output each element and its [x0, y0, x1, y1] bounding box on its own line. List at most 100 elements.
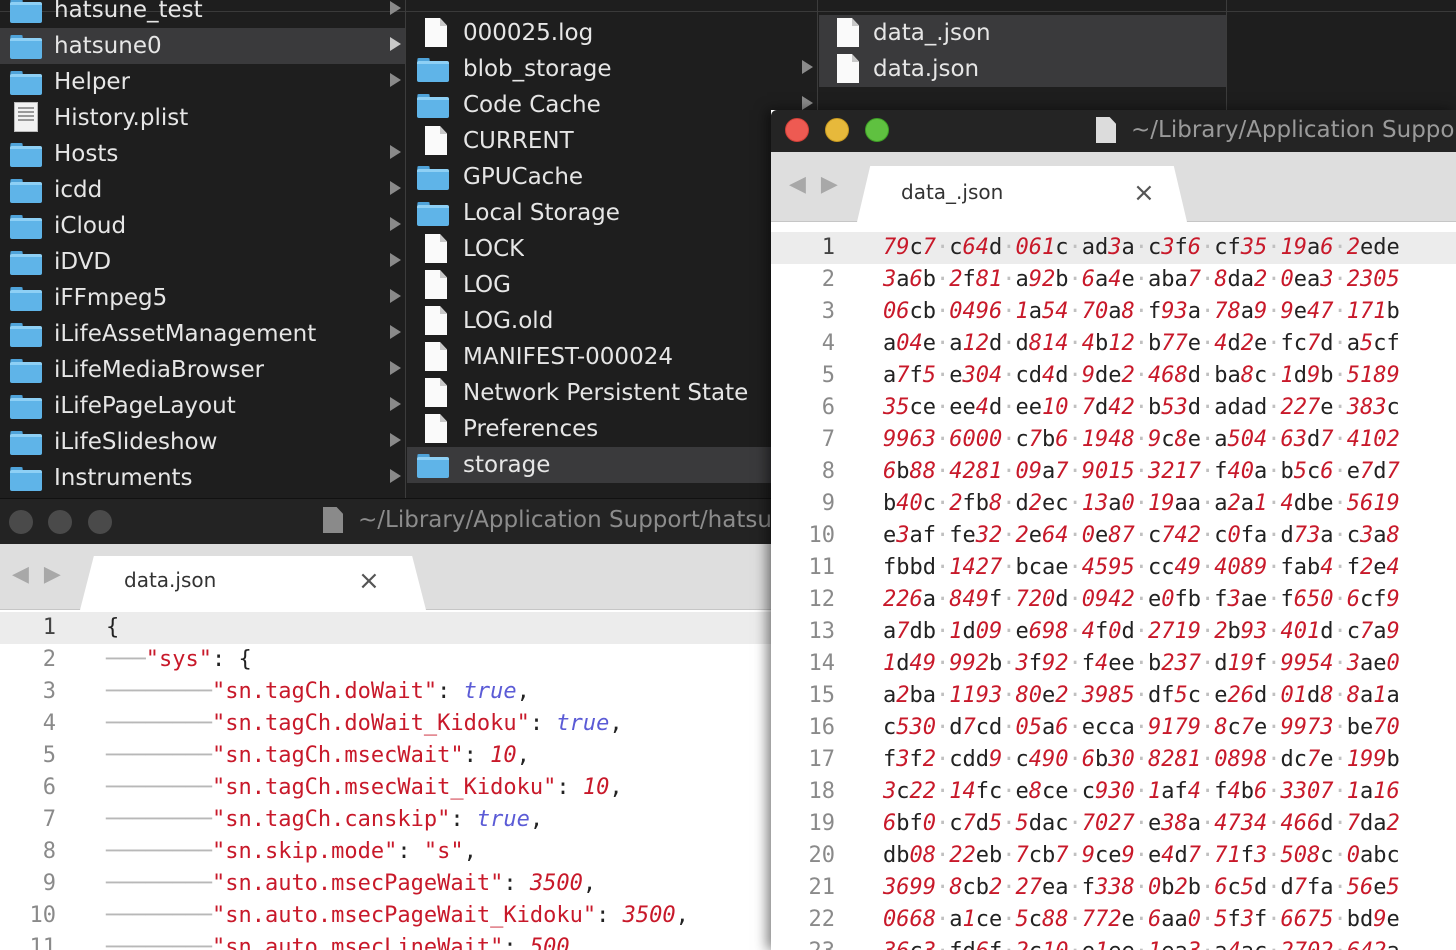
icon-slot: [407, 303, 463, 339]
hex-line: 7 9963·6000·c7b6·1948·9c8e·a504·63d7·4102: [771, 424, 1456, 456]
title-bar[interactable]: ~/Library/Application Support/hatsune0/s…: [771, 110, 1456, 152]
code-editor[interactable]: 1{2 ───"sys": {3 ────────"sn.tagCh.doWait"…: [0, 610, 771, 950]
code-text: ────────"sn.auto.msecPageWait": 3500,: [106, 871, 597, 896]
file-icon: [837, 54, 859, 83]
hex-text: fbbd·1427·bcae·4595·cc49·4089·fab4·f2e4: [883, 555, 1400, 580]
zoom-button[interactable]: [865, 118, 889, 142]
line-number: 11: [808, 555, 836, 580]
hex-line: 3 06cb·0496·1a54·70a8·f93a·78a9·9e47·171b: [771, 296, 1456, 328]
line-number: 23: [771, 936, 836, 950]
finder-item[interactable]: Hosts: [0, 136, 405, 172]
minimize-button[interactable]: [825, 118, 849, 142]
chevron-right-icon: [390, 361, 401, 375]
finder-item-label: iFFmpeg5: [54, 285, 168, 311]
code-text: ────────"sn.skip.mode": "s",: [106, 839, 477, 864]
finder-item-label: blob_storage: [463, 56, 612, 82]
tab-bar: ◀ ▶ data.json ×: [0, 544, 771, 610]
folder-icon: [10, 467, 42, 491]
file-icon: [425, 234, 447, 263]
finder-item-label: hatsune_test: [54, 0, 203, 23]
editor-window-data-underscore-json[interactable]: ~/Library/Application Support/hatsune0/s…: [771, 110, 1456, 950]
hex-text: 6bf0·c7d5·5dac·7027·e38a·4734·466d·7da2: [883, 811, 1400, 836]
finder-item[interactable]: iCloud: [0, 208, 405, 244]
finder-item[interactable]: blob_storage: [407, 51, 817, 87]
finder-item[interactable]: iFFmpeg5: [0, 280, 405, 316]
hex-line: 20 db08·22eb·7cb7·9ce9·e4d7·71f3·508c·0ab…: [771, 840, 1456, 872]
hex-line: 14 1d49·992b·3f92·f4ee·b237·d19f·9954·3ae…: [771, 648, 1456, 680]
hex-text: a7db·1d09·e698·4f0d·2719·2b93·401d·c7a9: [883, 619, 1400, 644]
hex-editor[interactable]: 1 79c7·c64d·061c·ad3a·c3f6·cf35·19a6·2ede…: [771, 222, 1456, 950]
folder-icon: [417, 166, 449, 190]
finder-item-label: Helper: [54, 69, 131, 95]
nav-arrows[interactable]: ◀ ▶: [12, 562, 65, 587]
finder-column-2[interactable]: 000025.log blob_storage Code Cache CURRENT G…: [407, 0, 818, 500]
chevron-right-icon: [390, 73, 401, 87]
line-number: 8: [821, 459, 835, 484]
icon-slot: [407, 447, 463, 483]
close-button[interactable]: [9, 510, 33, 534]
chevron-right-icon: [390, 469, 401, 483]
hex-text: 0668·a1ce·5c88·772e·6aa0·5f3f·6675·bd9e: [883, 907, 1400, 932]
code-text: ────────"sn.auto.msecPageWait_Kidoku": 3…: [106, 903, 689, 928]
tab-data-underscore-json[interactable]: data_.json ×: [857, 166, 1187, 222]
icon-slot: [0, 136, 54, 172]
finder-item[interactable]: data.json: [819, 51, 1226, 87]
finder-item[interactable]: Network Persistent State: [407, 375, 817, 411]
line-number: 1: [42, 615, 56, 640]
finder-item[interactable]: Local Storage: [407, 195, 817, 231]
finder-item[interactable]: Preferences: [407, 411, 817, 447]
close-button[interactable]: [785, 118, 809, 142]
chevron-right-icon: [390, 289, 401, 303]
line-number: 11: [29, 935, 57, 950]
zoom-button[interactable]: [88, 510, 112, 534]
line-number: 10: [808, 523, 836, 548]
finder-item[interactable]: iLifeAssetManagement: [0, 316, 405, 352]
finder-item[interactable]: MANIFEST-000024: [407, 339, 817, 375]
finder-item[interactable]: Helper: [0, 64, 405, 100]
finder-item[interactable]: iDVD: [0, 244, 405, 280]
finder-item[interactable]: iLifePageLayout: [0, 388, 405, 424]
hex-text: 1d49·992b·3f92·f4ee·b237·d19f·9954·3ae0: [883, 651, 1400, 676]
hex-text: 3699·8cb2·27ea·f338·0b2b·6c5d·d7fa·56e5: [883, 875, 1400, 900]
finder-item[interactable]: hatsune_test: [0, 0, 405, 28]
finder-item[interactable]: LOG: [407, 267, 817, 303]
minimize-button[interactable]: [48, 510, 72, 534]
finder-item[interactable]: Code Cache: [407, 87, 817, 123]
finder-item[interactable]: History.plist: [0, 100, 405, 136]
finder-item[interactable]: Instruments: [0, 460, 405, 496]
line-number: 3: [42, 679, 56, 704]
finder-item[interactable]: iLifeSlideshow: [0, 424, 405, 460]
title-bar[interactable]: ~/Library/Application Support/hatsune0/s…: [0, 498, 1024, 544]
document-icon: [1096, 117, 1116, 143]
editor-window-data-json[interactable]: ~/Library/Application Support/hatsune0/s…: [0, 498, 1024, 950]
icon-slot: [407, 195, 463, 231]
finder-item-label: Local Storage: [463, 200, 620, 226]
finder-item[interactable]: storage: [407, 447, 817, 483]
icon-slot: [407, 123, 463, 159]
chevron-right-icon: [802, 60, 813, 74]
finder-item[interactable]: hatsune0: [0, 28, 405, 64]
finder-column-1[interactable]: hatsune_test hatsune0 Helper History.plist H…: [0, 0, 406, 500]
finder-item[interactable]: data_.json: [819, 15, 1226, 51]
finder-item[interactable]: CURRENT: [407, 123, 817, 159]
icon-slot: [0, 64, 54, 100]
window-title: ~/Library/Application Support/hatsune0/s…: [1131, 117, 1456, 143]
line-number: 9: [42, 871, 56, 896]
folder-icon: [10, 179, 42, 203]
finder-item[interactable]: GPUCache: [407, 159, 817, 195]
icon-slot: [0, 0, 54, 28]
finder-item[interactable]: icdd: [0, 172, 405, 208]
tab-data-json[interactable]: data.json ×: [80, 556, 426, 610]
chevron-right-icon: [390, 433, 401, 447]
close-tab-icon[interactable]: ×: [358, 568, 380, 594]
finder-item-label: iCloud: [54, 213, 127, 239]
nav-arrows[interactable]: ◀ ▶: [789, 172, 842, 197]
close-tab-icon[interactable]: ×: [1133, 180, 1155, 206]
finder-item[interactable]: 000025.log: [407, 15, 817, 51]
finder-item[interactable]: LOG.old: [407, 303, 817, 339]
icon-slot: [819, 51, 873, 87]
code-text: ────────"sn.tagCh.msecWait_Kidoku": 10,: [106, 775, 623, 800]
hex-text: 35ce·ee4d·ee10·7d42·b53d·adad·227e·383c: [883, 395, 1400, 420]
finder-item[interactable]: iLifeMediaBrowser: [0, 352, 405, 388]
finder-item[interactable]: LOCK: [407, 231, 817, 267]
